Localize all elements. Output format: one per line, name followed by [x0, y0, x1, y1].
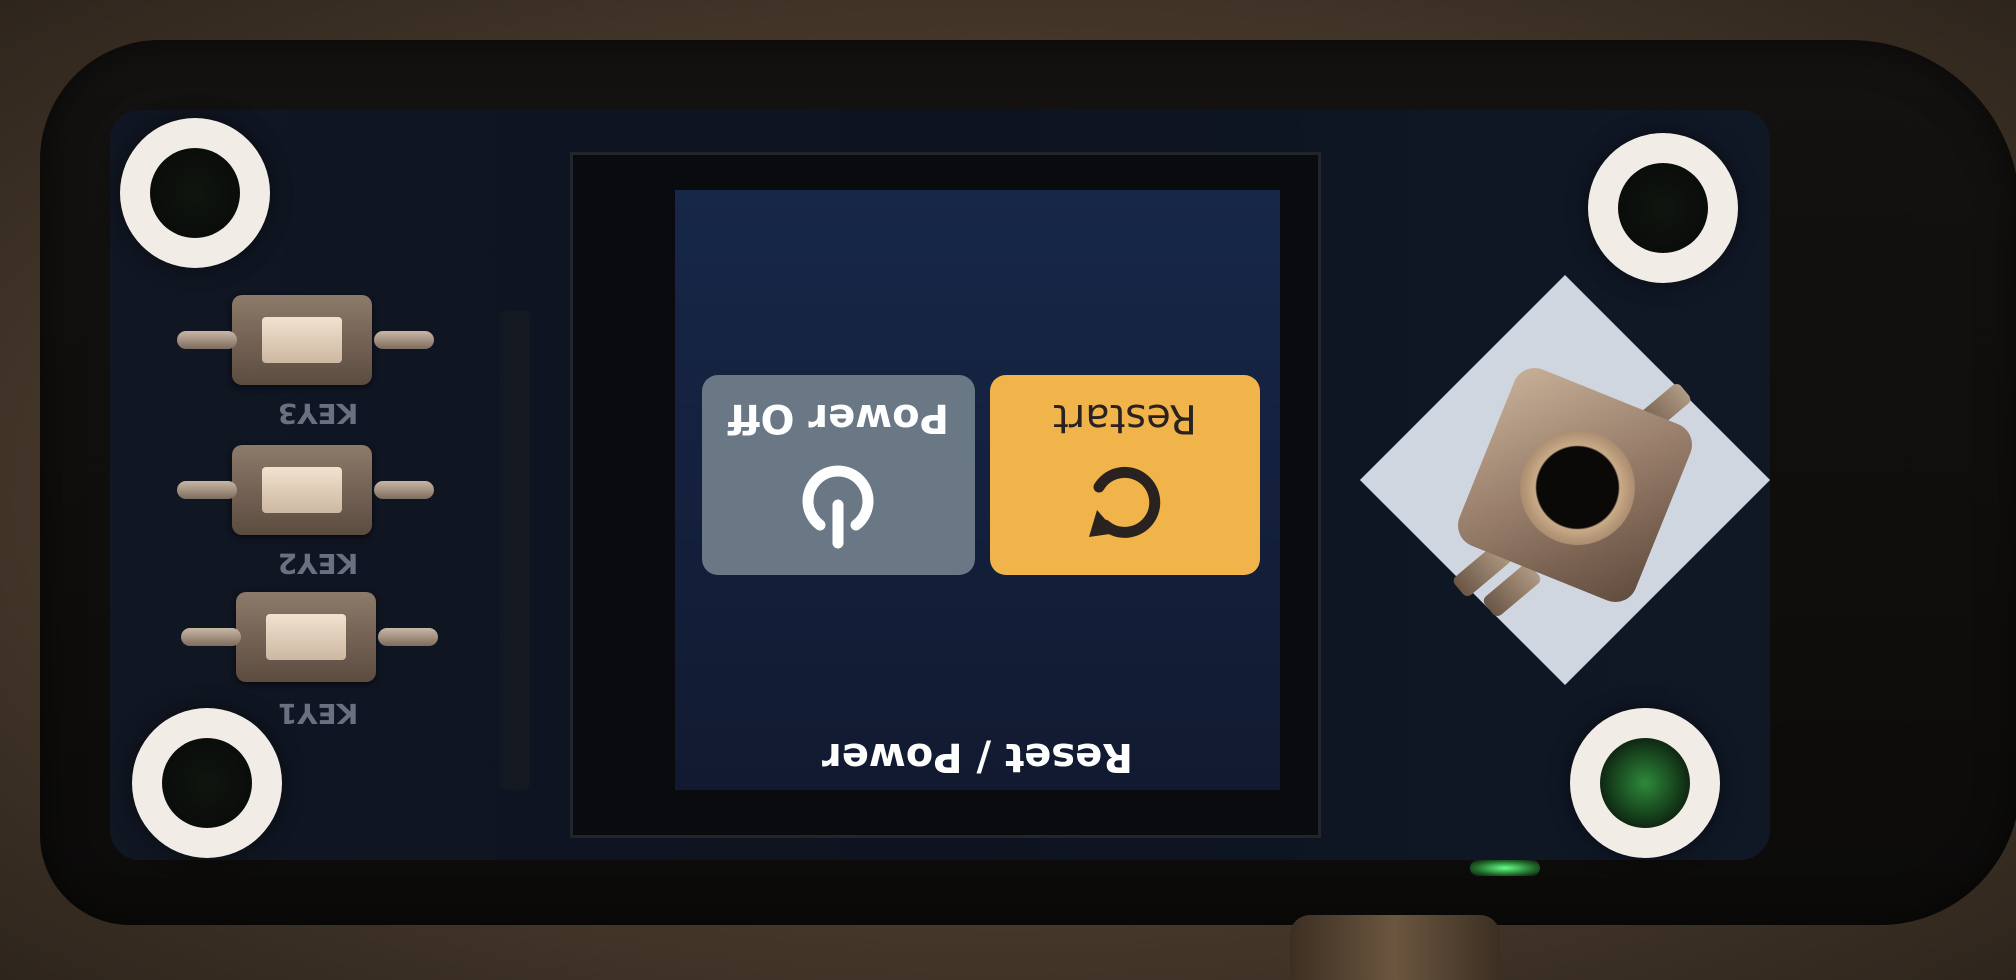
mounting-hole-bottom-left: [132, 708, 282, 858]
mounting-hole-top-left: [120, 118, 270, 268]
joystick-knob[interactable]: [1520, 430, 1635, 545]
restart-icon: [1075, 451, 1175, 555]
screen-content: Reset / Power Restart Power Off: [675, 190, 1280, 790]
key-cap: [266, 614, 346, 660]
power-off-button[interactable]: Power Off: [702, 375, 975, 575]
key-pin: [374, 331, 434, 349]
key2-button[interactable]: [177, 445, 434, 535]
mounting-hole-bottom-right: [1570, 708, 1720, 858]
power-icon: [789, 451, 889, 555]
key-pin: [374, 481, 434, 499]
key-pin: [177, 481, 237, 499]
ribbon-connector: [500, 310, 530, 790]
key3-button[interactable]: [177, 295, 434, 385]
key-pin: [177, 331, 237, 349]
lcd-screen: Reset / Power Restart Power Off: [675, 190, 1280, 790]
key-cap: [262, 317, 342, 363]
key-pin: [181, 628, 241, 646]
power-off-label: Power Off: [728, 395, 949, 441]
key2-label: KEY2: [277, 547, 359, 580]
key1-label: KEY1: [277, 697, 359, 730]
screen-title: Reset / Power: [821, 734, 1134, 780]
key-cap: [262, 467, 342, 513]
restart-button[interactable]: Restart: [990, 375, 1260, 575]
status-led: [1470, 860, 1540, 876]
device-stand: [1290, 915, 1500, 980]
key1-button[interactable]: [181, 592, 438, 682]
restart-label: Restart: [1053, 395, 1197, 441]
key-pin: [378, 628, 438, 646]
key3-label: KEY3: [277, 397, 359, 430]
mounting-hole-top-right: [1588, 133, 1738, 283]
